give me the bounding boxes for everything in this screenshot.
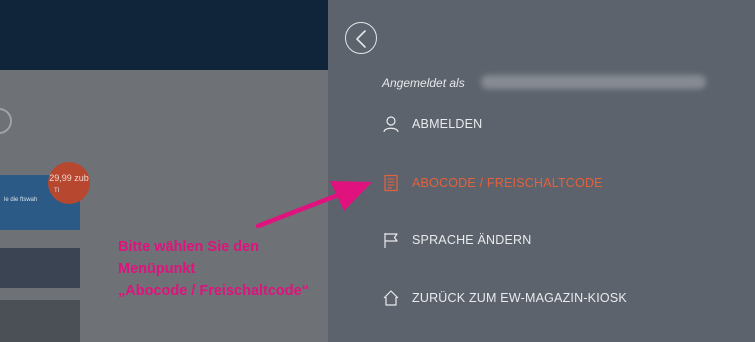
menu-item-language[interactable]: SPRACHE ÄNDERN: [382, 229, 532, 251]
blurred-email: [481, 75, 706, 89]
menu-item-logout[interactable]: ABMELDEN: [382, 113, 482, 135]
document-icon: [384, 174, 398, 192]
price-badge: 29,99 zub: [48, 162, 90, 204]
home-icon: [383, 290, 399, 306]
annotation-line: Bitte wählen Sie den: [118, 239, 259, 255]
menu-item-label: SPRACHE ÄNDERN: [412, 233, 532, 247]
menu-item-label: ZURÜCK ZUM EW-MAGAZIN-KIOSK: [412, 291, 627, 305]
logged-in-label: Angemeldet als: [382, 76, 465, 90]
annotation-text: Bitte wählen Sie den Menüpunkt „Abocode …: [118, 236, 309, 302]
menu-item-back-to-kiosk[interactable]: ZURÜCK ZUM EW-MAGAZIN-KIOSK: [382, 287, 627, 309]
menu-item-label: ABMELDEN: [412, 117, 483, 131]
back-button[interactable]: [345, 22, 377, 54]
annotation-line: Menüpunkt: [118, 261, 196, 277]
background-header: [0, 0, 328, 70]
background-card-text: le die ftswah: [4, 197, 38, 203]
side-menu-panel: Angemeldet als ABMELDEN ABOCODE / FREISC…: [328, 0, 755, 342]
user-icon: [383, 116, 399, 133]
chevron-left-icon: [356, 30, 366, 48]
menu-item-label: ABOCODE / FREISCHALTCODE: [412, 176, 603, 190]
background-card-3: [0, 300, 80, 342]
flag-icon: [384, 233, 398, 248]
background-card-label: TI: [54, 188, 60, 194]
menu-item-abocode[interactable]: ABOCODE / FREISCHALTCODE: [382, 172, 603, 194]
annotation-line: „Abocode / Freischaltcode“: [118, 283, 309, 299]
background-card-2: [0, 248, 80, 288]
